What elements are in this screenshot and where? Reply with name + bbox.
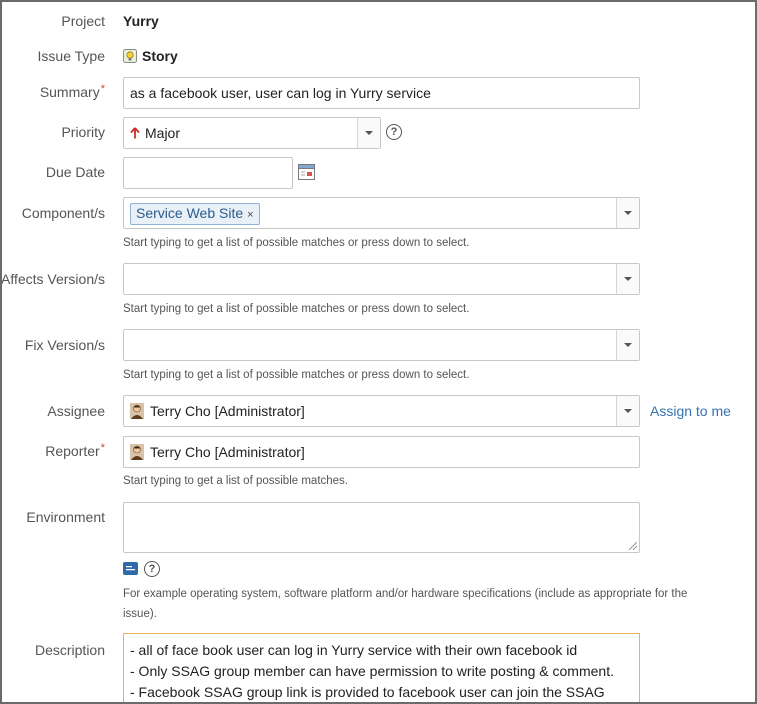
assignee-dropdown-arrow[interactable] — [616, 396, 639, 426]
environment-textarea[interactable] — [123, 502, 640, 553]
issue-type-value: Story — [123, 48, 178, 64]
issue-type-label: Issue Type — [37, 48, 105, 64]
resize-handle[interactable] — [629, 542, 637, 550]
components-label: Component/s — [21, 205, 105, 221]
fix-versions-dropdown-arrow[interactable] — [616, 330, 639, 360]
assignee-select[interactable]: Terry Cho [Administrator] — [123, 395, 640, 427]
assignee-label: Assignee — [47, 403, 105, 419]
reporter-label: Reporter* — [2, 442, 105, 459]
affects-versions-multiselect[interactable] — [123, 263, 640, 295]
reporter-input[interactable]: Terry Cho [Administrator] — [123, 436, 640, 468]
environment-hint-line1: For example operating system, software p… — [123, 588, 688, 600]
reporter-hint: Start typing to get a list of possible m… — [123, 475, 349, 487]
due-date-label: Due Date — [45, 164, 105, 180]
reporter-label-text: Reporter — [45, 443, 100, 459]
priority-value: Major — [145, 125, 181, 141]
user-avatar-icon — [130, 403, 144, 419]
summary-input[interactable]: as a facebook user, user can log in Yurr… — [123, 77, 640, 109]
wiki-renderer-icon[interactable] — [123, 562, 138, 575]
description-label: Description — [34, 642, 105, 658]
assignee-value: Terry Cho [Administrator] — [150, 403, 305, 419]
create-issue-form: Project Yurry Issue Type Story Summary* … — [0, 0, 757, 704]
description-line: - Facebook SSAG group link is provided t… — [130, 684, 605, 700]
fix-versions-hint: Start typing to get a list of possible m… — [123, 369, 470, 381]
required-mark: * — [100, 442, 105, 454]
story-lightbulb-icon — [123, 49, 137, 63]
components-hint: Start typing to get a list of possible m… — [123, 237, 470, 249]
components-multiselect[interactable]: Service Web Site × — [123, 197, 640, 229]
arrow-up-icon — [130, 127, 140, 139]
component-chip: Service Web Site × — [130, 203, 260, 225]
affects-versions-label: Affects Version/s — [0, 271, 105, 287]
user-avatar-icon — [130, 444, 144, 460]
project-label: Project — [61, 13, 105, 29]
priority-label: Priority — [61, 124, 105, 140]
assign-to-me-link[interactable]: Assign to me — [650, 403, 731, 419]
summary-label-text: Summary — [39, 84, 100, 100]
project-value: Yurry — [123, 13, 159, 29]
description-textarea[interactable]: - all of face book user can log in Yurry… — [123, 633, 640, 702]
help-circle-icon[interactable]: ? — [144, 561, 160, 577]
priority-select[interactable]: Major — [123, 117, 381, 149]
priority-dropdown-arrow[interactable] — [357, 118, 380, 148]
component-chip-label: Service Web Site — [136, 205, 244, 221]
environment-label: Environment — [26, 509, 105, 525]
description-line: - Only SSAG group member can have permis… — [130, 663, 614, 679]
reporter-value: Terry Cho [Administrator] — [150, 444, 305, 460]
due-date-input[interactable] — [123, 157, 293, 189]
fix-versions-label: Fix Version/s — [24, 337, 105, 353]
summary-label: Summary* — [2, 83, 105, 100]
affects-versions-hint: Start typing to get a list of possible m… — [123, 303, 470, 315]
affects-versions-dropdown-arrow[interactable] — [616, 264, 639, 294]
issue-type-text: Story — [142, 48, 178, 64]
help-circle-icon[interactable]: ? — [386, 124, 402, 140]
fix-versions-multiselect[interactable] — [123, 329, 640, 361]
calendar-icon[interactable] — [298, 164, 315, 180]
chip-remove-icon[interactable]: × — [247, 209, 253, 221]
description-line: - all of face book user can log in Yurry… — [130, 642, 578, 658]
components-dropdown-arrow[interactable] — [616, 198, 639, 228]
required-mark: * — [100, 83, 105, 95]
environment-hint-line2: issue). — [123, 608, 157, 620]
